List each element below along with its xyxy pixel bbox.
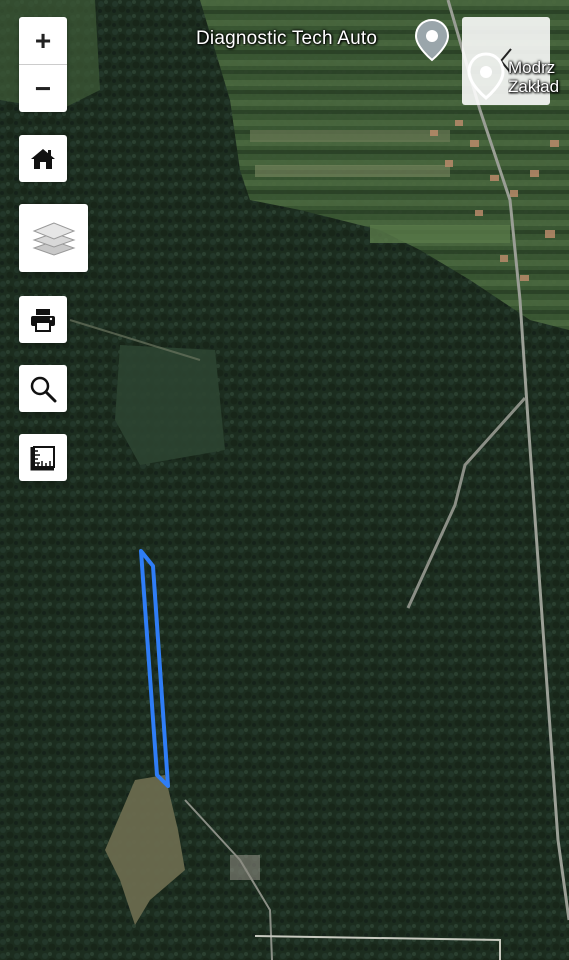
home-button[interactable] [19,135,67,182]
layers-button[interactable] [19,204,88,272]
measure-button[interactable] [19,434,67,481]
print-button[interactable] [19,296,67,343]
zoom-out-button[interactable]: − [19,65,67,112]
zoom-in-button[interactable]: + [19,17,67,64]
satellite-map[interactable] [0,0,569,960]
zoom-control: + − [19,17,67,112]
location-pin-icon[interactable] [466,52,506,100]
layers-icon [31,222,76,256]
print-icon [31,308,55,332]
poi-label-diagnostic-tech-auto[interactable]: Diagnostic Tech Auto [196,28,377,50]
location-pin-icon[interactable] [414,18,450,62]
measure-icon [30,445,55,470]
home-icon [31,148,55,169]
poi-label-modrz-zaklad[interactable]: Modrz Zakład [508,58,568,96]
search-button[interactable] [19,365,67,412]
search-icon [30,376,57,402]
